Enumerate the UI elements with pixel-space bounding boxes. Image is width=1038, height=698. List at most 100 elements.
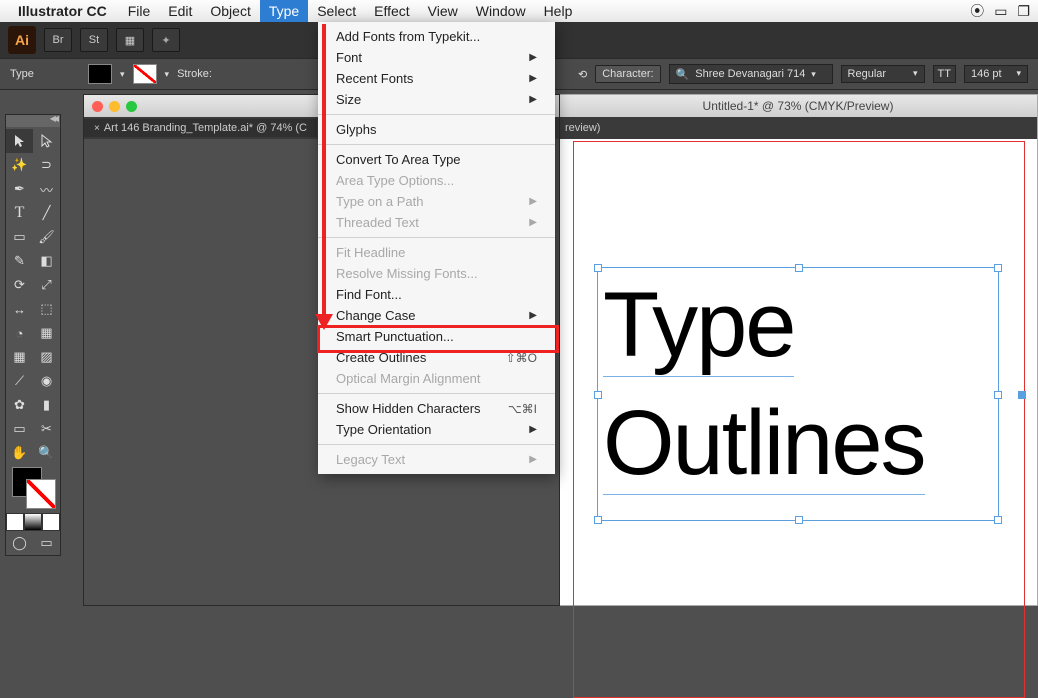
- color-mode-none[interactable]: [42, 513, 60, 531]
- font-style-select[interactable]: Regular▾: [841, 65, 925, 83]
- menu-object[interactable]: Object: [201, 0, 259, 22]
- shape-builder-tool[interactable]: ◔: [6, 321, 33, 345]
- fill-dropdown-icon[interactable]: ▾: [120, 69, 125, 80]
- canvas-text-object[interactable]: Type Outlines: [603, 267, 925, 503]
- type-tool[interactable]: T: [6, 201, 33, 225]
- mesh-tool[interactable]: ▦: [6, 345, 33, 369]
- text-outport-handle[interactable]: [1018, 391, 1026, 399]
- menu-window[interactable]: Window: [467, 0, 535, 22]
- flip-icon[interactable]: ⟲: [578, 68, 587, 81]
- close-window-icon[interactable]: [92, 101, 103, 112]
- stroke-swatch[interactable]: [133, 64, 157, 84]
- menu-item-glyphs[interactable]: Glyphs: [318, 119, 555, 140]
- menu-item-recent-fonts[interactable]: Recent Fonts▶: [318, 68, 555, 89]
- menu-item-type-orientation[interactable]: Type Orientation▶: [318, 419, 555, 440]
- illustrator-logo-icon: Ai: [8, 26, 36, 54]
- pen-tool[interactable]: ✒: [6, 177, 33, 201]
- width-tool[interactable]: ↔: [6, 297, 33, 321]
- eraser-tool[interactable]: ◧: [33, 249, 60, 273]
- canvas[interactable]: Type Outlines: [559, 139, 1037, 605]
- stroke-color-box[interactable]: [26, 479, 56, 509]
- minimize-window-icon[interactable]: [109, 101, 120, 112]
- draw-mode[interactable]: ◯: [6, 531, 33, 555]
- menu-item-font[interactable]: Font▶: [318, 47, 555, 68]
- hand-tool[interactable]: ✋: [6, 441, 33, 465]
- selection-handle[interactable]: [994, 516, 1002, 524]
- fill-stroke-area[interactable]: [6, 465, 60, 513]
- paintbrush-tool[interactable]: 🖌: [33, 225, 60, 249]
- menu-item-find-font[interactable]: Find Font...: [318, 284, 555, 305]
- stock-button[interactable]: St: [80, 28, 108, 52]
- window2-titlebar[interactable]: Untitled-1* @ 73% (CMYK/Preview): [559, 95, 1037, 117]
- app-name[interactable]: Illustrator CC: [18, 3, 107, 19]
- menu-view[interactable]: View: [419, 0, 467, 22]
- menu-item-area-type-options: Area Type Options...: [318, 170, 555, 191]
- menu-effect[interactable]: Effect: [365, 0, 419, 22]
- gradient-tool[interactable]: ▨: [33, 345, 60, 369]
- arrange-docs-button[interactable]: ▦: [116, 28, 144, 52]
- magic-wand-tool[interactable]: ✨: [6, 153, 33, 177]
- close-tab-icon[interactable]: ×: [94, 123, 100, 134]
- selection-handle[interactable]: [594, 516, 602, 524]
- graph-tool[interactable]: ▮: [33, 393, 60, 417]
- tools-panel-header[interactable]: [6, 115, 60, 127]
- menu-item-create-outlines[interactable]: Create Outlines⇧⌘O: [318, 347, 555, 368]
- fill-swatch[interactable]: [88, 64, 112, 84]
- eyedropper-tool[interactable]: ⟋: [6, 369, 33, 393]
- artboard-tool[interactable]: ▭: [6, 417, 33, 441]
- free-transform-tool[interactable]: ⬚: [33, 297, 60, 321]
- stroke-dropdown-icon[interactable]: ▾: [165, 69, 170, 80]
- menu-file[interactable]: File: [119, 0, 160, 22]
- tools-panel: ✨⊃ ✒〰 T╱ ▭🖌 ✎◧ ⟳⤢ ↔⬚ ◔▦ ▦▨ ⟋◉ ✿▮ ▭✂ ✋🔍 ◯…: [5, 114, 61, 556]
- menu-item-size[interactable]: Size▶: [318, 89, 555, 110]
- screen-mode[interactable]: ▭: [33, 531, 60, 555]
- menu-select[interactable]: Select: [308, 0, 365, 22]
- menu-item-threaded-text: Threaded Text▶: [318, 212, 555, 233]
- screens-icon[interactable]: ❐: [1017, 3, 1030, 20]
- direct-selection-tool[interactable]: [33, 129, 60, 153]
- selection-tool[interactable]: [6, 129, 33, 153]
- perspective-tool[interactable]: ▦: [33, 321, 60, 345]
- slice-tool[interactable]: ✂: [33, 417, 60, 441]
- rotate-tool[interactable]: ⟳: [6, 273, 33, 297]
- creative-cloud-icon[interactable]: ⦿: [970, 1, 984, 21]
- menu-item-convert-to-area-type[interactable]: Convert To Area Type: [318, 149, 555, 170]
- character-panel-link[interactable]: Character:: [595, 65, 660, 83]
- font-family-select[interactable]: 🔍 ▾: [669, 64, 833, 84]
- selection-handle[interactable]: [994, 391, 1002, 399]
- font-size-select[interactable]: 146 pt▾: [964, 65, 1028, 83]
- scale-tool[interactable]: ⤢: [33, 273, 60, 297]
- document-tab-1[interactable]: ×Art 146 Branding_Template.ai* @ 74% (C: [84, 119, 317, 137]
- selection-handle[interactable]: [594, 391, 602, 399]
- chevron-down-icon[interactable]: ▾: [811, 69, 816, 80]
- color-mode-normal[interactable]: [6, 513, 24, 531]
- zoom-window-icon[interactable]: [126, 101, 137, 112]
- symbol-sprayer-tool[interactable]: ✿: [6, 393, 33, 417]
- font-family-input[interactable]: [693, 67, 807, 81]
- document-window-2: Untitled-1* @ 73% (CMYK/Preview) review)…: [558, 94, 1038, 606]
- menu-edit[interactable]: Edit: [159, 0, 201, 22]
- zoom-tool[interactable]: 🔍: [33, 441, 60, 465]
- color-mode-gradient[interactable]: [24, 513, 42, 531]
- lasso-tool[interactable]: ⊃: [33, 153, 60, 177]
- menu-item-smart-punctuation[interactable]: Smart Punctuation...: [318, 326, 555, 347]
- selection-handle[interactable]: [994, 264, 1002, 272]
- selection-handle[interactable]: [594, 264, 602, 272]
- workspace-button[interactable]: ✦: [152, 28, 180, 52]
- displays-icon[interactable]: ▭: [994, 3, 1007, 20]
- blend-tool[interactable]: ◉: [33, 369, 60, 393]
- menu-help[interactable]: Help: [535, 0, 582, 22]
- menu-item-show-hidden-characters[interactable]: Show Hidden Characters⌥⌘I: [318, 398, 555, 419]
- menu-item-change-case[interactable]: Change Case▶: [318, 305, 555, 326]
- document-tab-2[interactable]: review): [565, 122, 600, 134]
- bridge-button[interactable]: Br: [44, 28, 72, 52]
- selection-handle[interactable]: [795, 516, 803, 524]
- menu-item-resolve-missing-fonts: Resolve Missing Fonts...: [318, 263, 555, 284]
- rectangle-tool[interactable]: ▭: [6, 225, 33, 249]
- curvature-tool[interactable]: 〰: [33, 177, 60, 201]
- pencil-tool[interactable]: ✎: [6, 249, 33, 273]
- menu-type[interactable]: Type: [260, 0, 308, 22]
- menu-item-add-fonts-from-typekit[interactable]: Add Fonts from Typekit...: [318, 26, 555, 47]
- line-tool[interactable]: ╱: [33, 201, 60, 225]
- font-size-icon[interactable]: TT: [933, 65, 956, 83]
